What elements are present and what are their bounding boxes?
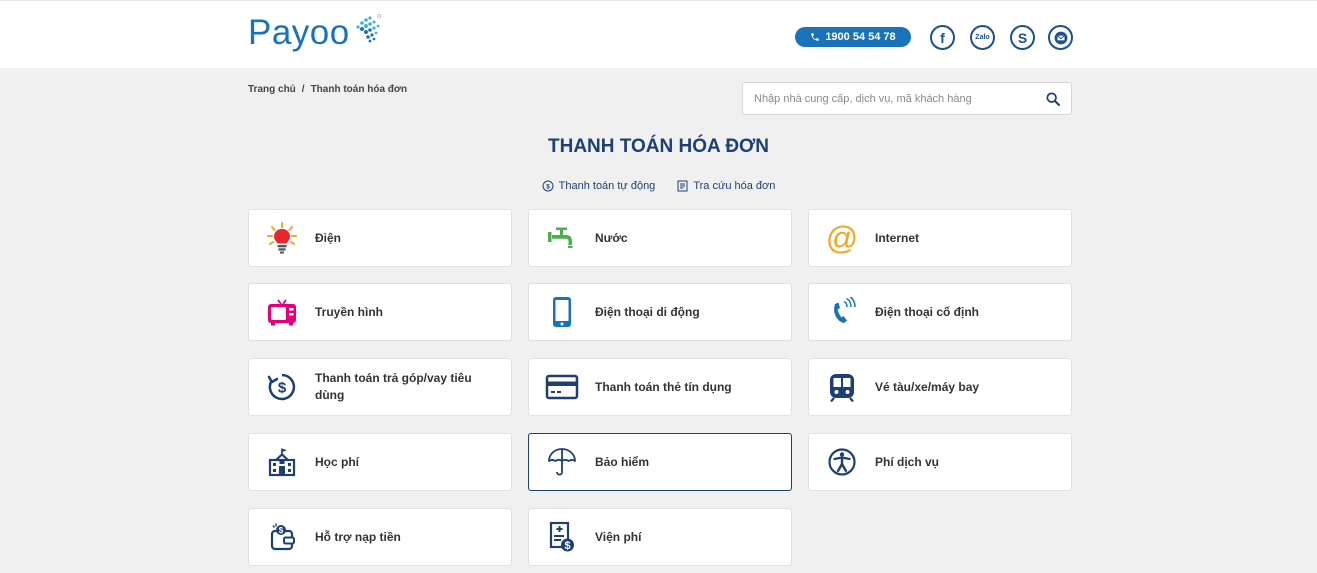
breadcrumb: Trang chủ / Thanh toán hóa đơn xyxy=(248,84,407,95)
svg-text:$: $ xyxy=(546,183,550,190)
category-topup[interactable]: $ Hỗ trợ nạp tiền xyxy=(248,508,512,566)
service-fee-icon xyxy=(828,448,856,476)
category-label: Thanh toán thẻ tín dụng xyxy=(595,379,732,394)
category-installment[interactable]: $ Thanh toán trả góp/vay tiêu dùng xyxy=(248,358,512,416)
category-tuition[interactable]: Học phí xyxy=(248,433,512,491)
category-credit-card[interactable]: Thanh toán thẻ tín dụng xyxy=(528,358,792,416)
bill-lookup-link[interactable]: Tra cứu hóa đơn xyxy=(677,180,775,192)
top-header: Payoo 1900 54 54 78 f Zalo S xyxy=(0,0,1317,68)
category-tickets[interactable]: Vé tàu/xe/máy bay xyxy=(808,358,1072,416)
category-label: Phí dịch vụ xyxy=(875,454,940,469)
hospital-fee-icon: $ xyxy=(549,521,574,552)
category-label: Điện xyxy=(315,230,342,245)
lightbulb-icon xyxy=(267,222,297,254)
sub-links: $ Thanh toán tự động Tra cứu hóa đơn xyxy=(0,180,1317,192)
breadcrumb-home[interactable]: Trang chủ xyxy=(248,84,296,95)
phone-icon xyxy=(811,33,820,41)
category-electricity[interactable]: Điện xyxy=(248,209,512,267)
wallet-topup-icon: $ xyxy=(270,523,295,551)
breadcrumb-separator: / xyxy=(301,84,305,95)
page-title: THANH TOÁN HÓA ĐƠN xyxy=(548,136,769,157)
svg-text:$: $ xyxy=(278,380,287,397)
svg-text:$: $ xyxy=(564,540,570,552)
hotline-number: 1900 54 54 78 xyxy=(825,31,896,43)
dollar-circle-icon: $ xyxy=(542,180,554,192)
category-label: Hỗ trợ nạp tiền xyxy=(315,529,401,544)
water-tap-icon xyxy=(548,227,573,248)
category-service-fee[interactable]: Phí dịch vụ xyxy=(808,433,1072,491)
search-button[interactable] xyxy=(1035,83,1071,114)
facebook-icon[interactable]: f xyxy=(930,25,955,50)
logo-dots-icon xyxy=(356,14,381,43)
search-box xyxy=(742,82,1072,115)
school-icon xyxy=(268,448,296,477)
main-content: Trang chủ / Thanh toán hóa đơn THANH TOÁ… xyxy=(0,68,1317,573)
category-label: Học phí xyxy=(315,454,359,469)
breadcrumb-current: Thanh toán hóa đơn xyxy=(310,84,408,95)
category-landline[interactable]: Điện thoại cố định xyxy=(808,283,1072,341)
category-water[interactable]: Nước xyxy=(528,209,792,267)
auto-payment-label: Thanh toán tự động xyxy=(558,180,656,192)
at-sign-icon: @ xyxy=(825,220,859,256)
skype-icon[interactable]: S xyxy=(1010,25,1035,50)
train-icon xyxy=(830,374,854,402)
umbrella-icon xyxy=(548,448,576,476)
hotline-button[interactable]: 1900 54 54 78 xyxy=(795,27,911,47)
installment-icon: $ xyxy=(267,373,296,401)
category-internet[interactable]: @ Internet xyxy=(808,209,1072,267)
search-icon xyxy=(1046,91,1060,106)
payoo-logo[interactable]: Payoo xyxy=(248,11,382,55)
zalo-icon[interactable]: Zalo xyxy=(970,25,995,50)
category-label: Điện thoại cố định xyxy=(875,304,979,319)
receipt-icon xyxy=(677,180,688,192)
mobile-phone-icon xyxy=(553,297,571,327)
category-hospital-fee[interactable]: $ Viện phí xyxy=(528,508,792,566)
auto-payment-link[interactable]: $ Thanh toán tự động xyxy=(542,180,656,192)
email-icon[interactable] xyxy=(1048,25,1073,50)
search-input[interactable] xyxy=(743,83,1035,114)
category-television[interactable]: Truyền hình xyxy=(248,283,512,341)
category-label: Nước xyxy=(595,230,628,245)
logo-text: Payoo xyxy=(248,13,350,52)
category-label: Điện thoại di động xyxy=(595,304,700,319)
category-label: Thanh toán trả góp/vay tiêu dùng xyxy=(315,371,472,402)
tv-icon xyxy=(268,299,296,326)
credit-card-icon xyxy=(545,374,579,400)
category-label: Bảo hiểm xyxy=(595,454,650,469)
category-label: Truyền hình xyxy=(315,304,384,319)
bill-lookup-label: Tra cứu hóa đơn xyxy=(693,180,776,192)
category-label: Vé tàu/xe/máy bay xyxy=(875,379,980,394)
category-mobile-phone[interactable]: Điện thoại di động xyxy=(528,283,792,341)
category-label: Viện phí xyxy=(595,529,642,544)
category-label: Internet xyxy=(875,230,920,245)
landline-phone-icon xyxy=(834,297,856,323)
category-insurance[interactable]: Bảo hiểm xyxy=(528,433,792,491)
svg-text:$: $ xyxy=(279,526,284,535)
